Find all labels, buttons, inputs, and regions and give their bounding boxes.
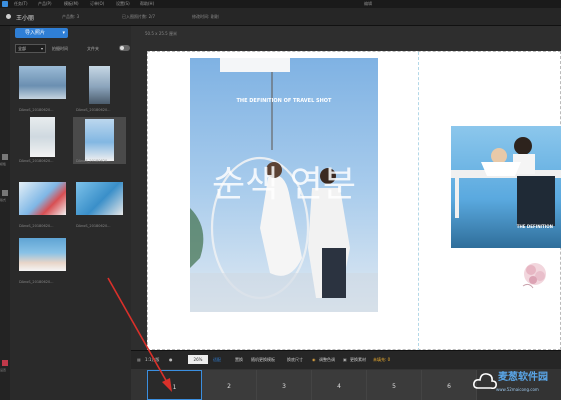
change-material-button[interactable]: 更换素材 bbox=[350, 357, 366, 363]
material-icon[interactable]: ▣ bbox=[343, 357, 347, 362]
change-size-button[interactable]: 换底尺寸 bbox=[287, 357, 303, 363]
side-label-template: 模板 bbox=[0, 162, 7, 166]
cloud-logo-icon bbox=[473, 373, 497, 390]
canvas-size-label: 50.5 x 25.5 厘米 bbox=[145, 31, 177, 36]
thumbnail-label: DAnoS_20180620... bbox=[19, 159, 54, 163]
folder-toggle[interactable] bbox=[119, 45, 130, 51]
flower-decoration bbox=[515, 256, 555, 298]
page-thumb-1[interactable]: 1 bbox=[147, 370, 202, 400]
side-photo-image: THE DEFINITION bbox=[451, 126, 561, 248]
photo-thumbnail-selected[interactable]: DAnoS_20180620... bbox=[73, 117, 126, 164]
photo-thumbnail[interactable]: DAnoS_20180620... bbox=[73, 66, 126, 112]
thumbnail-label: DAnoS_20180620... bbox=[76, 224, 111, 228]
menu-product[interactable]: 产品(P) bbox=[38, 1, 52, 7]
watermark-title: 麦葱软件园 bbox=[498, 372, 548, 383]
menu-task[interactable]: 任务(T) bbox=[14, 1, 28, 7]
photo-thumbnail[interactable]: DAnoS_20180620... bbox=[73, 182, 126, 228]
project-header: 王小丽 产品数: 3 已入图照片数: 2/7 修改时间: 刚刚 bbox=[0, 8, 561, 26]
page-thumb-3[interactable]: 3 bbox=[257, 370, 312, 400]
thumbnail-image bbox=[89, 66, 110, 104]
sort-by-time[interactable]: 拍摄时间 bbox=[52, 46, 68, 52]
menu-help[interactable]: 帮助(H) bbox=[140, 1, 154, 7]
photo-thumbnail[interactable]: DAnoS_20180620... bbox=[16, 238, 69, 284]
side-photo-frame[interactable]: THE DEFINITION bbox=[451, 126, 561, 248]
thumbnail-image bbox=[19, 238, 66, 271]
main-photo-image: THE DEFINITION OF TRAVEL SHOT 순색 연분 bbox=[190, 58, 378, 312]
photo-korean-text: 순색 연분 bbox=[212, 164, 356, 205]
product-count: 产品数: 3 bbox=[62, 14, 80, 19]
window-title: 编辑 bbox=[364, 1, 372, 6]
app-logo-icon bbox=[2, 1, 8, 7]
folder-label: 文件夹 bbox=[87, 46, 99, 51]
modified-time: 修改时间: 刚刚 bbox=[192, 14, 219, 19]
flower-icon bbox=[522, 263, 546, 289]
replace-button[interactable]: 置换 bbox=[235, 357, 243, 363]
layout-size[interactable]: 1:1方版 bbox=[145, 357, 159, 363]
thumbnail-image bbox=[85, 119, 114, 161]
chevron-down-icon: ▾ bbox=[40, 46, 43, 51]
photo-thumbnail[interactable]: DAnoS_20180620... bbox=[16, 182, 69, 228]
thumbnail-label: DAnoS_20180620... bbox=[76, 108, 111, 112]
menu-settings[interactable]: 设置(S) bbox=[116, 1, 130, 7]
thumbnail-image bbox=[30, 117, 55, 157]
watermark-url: www.52maicong.com bbox=[496, 387, 539, 392]
zoom-input[interactable]: 26% bbox=[188, 355, 208, 364]
grid-icon[interactable]: ▦ bbox=[137, 357, 141, 362]
project-name: 王小丽 bbox=[16, 15, 35, 22]
thumbnail-image bbox=[19, 182, 66, 215]
filter-select[interactable]: 全部 ▾ bbox=[15, 44, 46, 53]
photo-thumbnail[interactable]: DAnoS_20180620... bbox=[16, 117, 69, 163]
photo-thumbnail[interactable]: DAnoS_20180620... bbox=[16, 66, 69, 112]
side-photo-text: THE DEFINITION bbox=[517, 224, 553, 229]
main-photo-frame[interactable]: THE DEFINITION OF TRAVEL SHOT 순색 연분 bbox=[190, 58, 378, 312]
thumbnail-image bbox=[76, 182, 123, 215]
photo-title-text: THE DEFINITION OF TRAVEL SHOT bbox=[237, 98, 333, 104]
page-thumb-5[interactable]: 5 bbox=[367, 370, 422, 400]
settings-icon[interactable] bbox=[2, 360, 8, 366]
unfinished-count: 未填充: 0 bbox=[373, 357, 391, 362]
menu-bar: 任务(T) 产品(P) 模板(M) 订单(O) 设置(S) 帮助(H) 编辑 bbox=[0, 0, 561, 8]
menu-order[interactable]: 订单(O) bbox=[90, 1, 104, 7]
import-photos-button[interactable]: 导入照片 ▾ bbox=[15, 28, 68, 38]
template-icon[interactable] bbox=[2, 154, 8, 160]
chevron-down-icon[interactable]: ▾ bbox=[62, 28, 65, 38]
photo-library-panel: 导入照片 ▾ 全部 ▾ 拍摄时间 文件夹 DAnoS_20180620... D… bbox=[10, 26, 131, 400]
project-status-icon bbox=[6, 14, 11, 19]
thumbnail-label: DAnoS_20180620... bbox=[19, 280, 54, 284]
fit-button[interactable]: 适配 bbox=[213, 357, 221, 363]
adjust-tone-button[interactable]: 调整色调 bbox=[319, 357, 335, 363]
page-thumb-2[interactable]: 2 bbox=[202, 370, 257, 400]
palette-icon[interactable]: ◉ bbox=[312, 357, 316, 362]
info-icon[interactable]: ● bbox=[169, 357, 173, 362]
page-fold-line bbox=[418, 52, 419, 351]
thumbnail-image bbox=[19, 66, 66, 99]
thumbnail-label: DAnoS_20180620... bbox=[19, 224, 54, 228]
menu-template[interactable]: 模板(M) bbox=[64, 1, 79, 7]
imported-count: 已入图照片数: 2/7 bbox=[122, 14, 156, 19]
side-label-layout: 版式 bbox=[0, 198, 7, 202]
random-template-button[interactable]: 随机更换模板 bbox=[251, 357, 275, 363]
import-photos-label: 导入照片 bbox=[25, 30, 46, 36]
thumbnail-label: DAnoS_20180620... bbox=[76, 159, 111, 163]
filter-value: 全部 bbox=[18, 46, 26, 51]
side-label-settings: 设置 bbox=[0, 368, 7, 372]
watermark: 麦葱软件园 www.52maicong.com bbox=[472, 362, 561, 400]
page-thumb-6[interactable]: 6 bbox=[422, 370, 477, 400]
thumbnail-label: DAnoS_20180620... bbox=[19, 108, 54, 112]
layout-icon[interactable] bbox=[2, 190, 8, 196]
page-thumb-4[interactable]: 4 bbox=[312, 370, 367, 400]
filter-row: 全部 ▾ 拍摄时间 文件夹 bbox=[15, 44, 130, 53]
